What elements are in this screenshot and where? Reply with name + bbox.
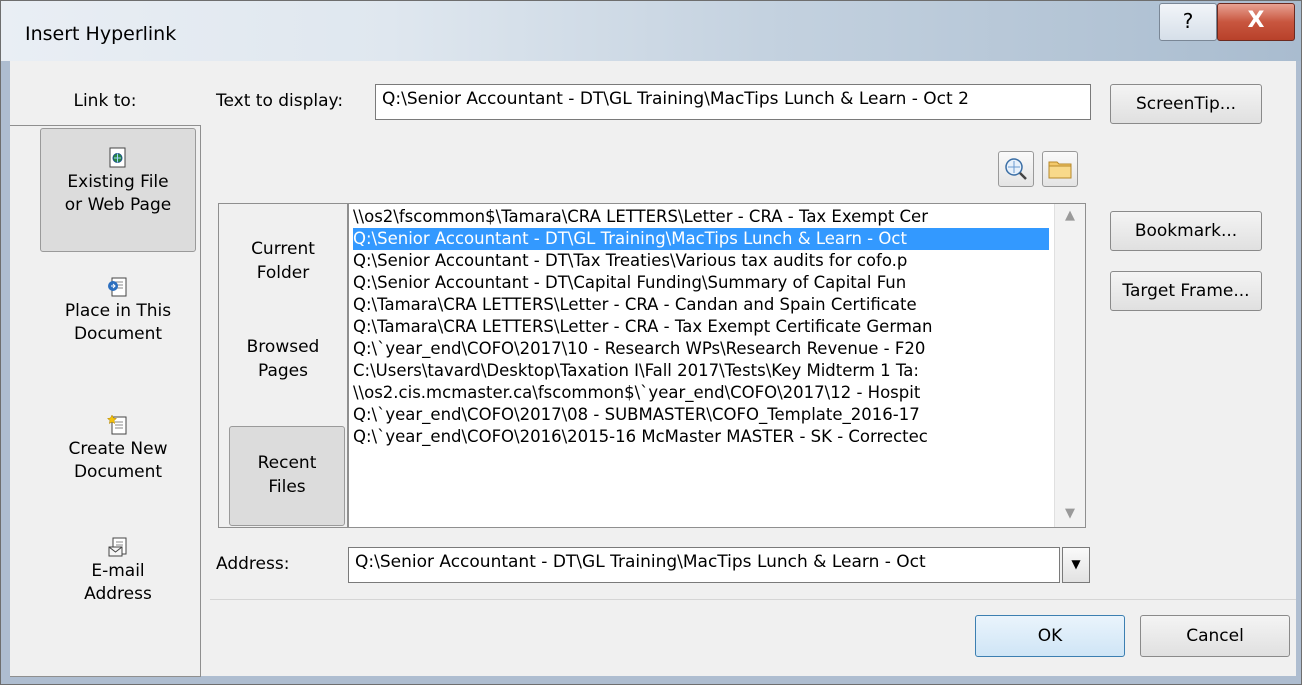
place-in-document-line1: Place in This bbox=[64, 301, 172, 321]
browsed-pages-button[interactable]: Browsed Pages bbox=[219, 335, 347, 383]
current-folder-button[interactable]: Current Folder bbox=[219, 237, 347, 285]
email-address-line1: E-mail bbox=[91, 561, 145, 581]
recent-files-line1: Recent bbox=[257, 453, 317, 473]
address-dropdown-button[interactable]: ▼ bbox=[1062, 547, 1090, 583]
place-in-document-line2: Document bbox=[73, 324, 163, 344]
bookmark-button[interactable]: Bookmark... bbox=[1110, 211, 1262, 251]
recent-files-button[interactable]: Recent Files bbox=[229, 426, 345, 526]
close-button[interactable]: X bbox=[1217, 3, 1295, 41]
list-item[interactable]: Q:\`year_end\COFO\2016\2015-16 McMaster … bbox=[353, 426, 1049, 448]
current-folder-line2: Folder bbox=[256, 263, 310, 283]
list-item[interactable]: Q:\Senior Accountant - DT\Capital Fundin… bbox=[353, 272, 1049, 294]
place-in-document-icon bbox=[108, 277, 127, 297]
ok-button[interactable]: OK bbox=[975, 615, 1125, 657]
insert-hyperlink-dialog: Insert Hyperlink ? X Link to: Existing F… bbox=[0, 0, 1302, 685]
browse-web-icon bbox=[1005, 158, 1027, 180]
create-new-document-line2: Document bbox=[73, 462, 163, 482]
screentip-button[interactable]: ScreenTip... bbox=[1110, 84, 1262, 124]
separator bbox=[210, 599, 1296, 600]
list-item-selected[interactable]: Q:\Senior Accountant - DT\GL Training\Ma… bbox=[353, 228, 1049, 250]
existing-file-line2: or Web Page bbox=[64, 195, 172, 215]
create-new-document-line1: Create New bbox=[68, 439, 168, 459]
target-frame-button[interactable]: Target Frame... bbox=[1110, 271, 1262, 311]
address-input[interactable]: Q:\Senior Accountant - DT\GL Training\Ma… bbox=[348, 547, 1060, 583]
list-item[interactable]: \\os2.cis.mcmaster.ca\fscommon$\`year_en… bbox=[353, 382, 1049, 404]
browse-file-button[interactable] bbox=[1042, 151, 1078, 187]
address-label: Address: bbox=[216, 554, 290, 574]
help-icon: ? bbox=[1182, 9, 1194, 33]
dialog-title: Insert Hyperlink bbox=[25, 23, 177, 45]
email-address-line2: Address bbox=[84, 584, 152, 604]
text-to-display-label: Text to display: bbox=[216, 91, 344, 111]
scroll-up-icon[interactable]: ▲ bbox=[1055, 208, 1085, 223]
create-new-document-icon bbox=[107, 414, 127, 435]
link-to-label: Link to: bbox=[73, 91, 137, 111]
dialog-body: Link to: Existing File or Web Page Place… bbox=[10, 61, 1296, 677]
list-item[interactable]: Q:\Tamara\CRA LETTERS\Letter - CRA - Can… bbox=[353, 294, 1049, 316]
text-to-display-input[interactable]: Q:\Senior Accountant - DT\GL Training\Ma… bbox=[375, 84, 1091, 120]
look-in-panel: Current Folder Browsed Pages Recent File… bbox=[218, 203, 348, 528]
chevron-down-icon: ▼ bbox=[1071, 557, 1081, 571]
list-item[interactable]: C:\Users\tavard\Desktop\Taxation I\Fall … bbox=[353, 360, 1049, 382]
help-button[interactable]: ? bbox=[1159, 3, 1217, 41]
scroll-down-icon[interactable]: ▼ bbox=[1055, 506, 1085, 521]
list-item[interactable]: \\os2\fscommon$\Tamara\CRA LETTERS\Lette… bbox=[353, 206, 1049, 228]
browsed-pages-line1: Browsed bbox=[246, 337, 320, 357]
current-folder-line1: Current bbox=[251, 239, 315, 259]
email-address-icon bbox=[108, 537, 127, 557]
browsed-pages-line2: Pages bbox=[257, 361, 308, 381]
list-item[interactable]: Q:\`year_end\COFO\2017\10 - Research WPs… bbox=[353, 338, 1049, 360]
link-to-existing-file[interactable]: Existing File or Web Page bbox=[40, 128, 196, 252]
link-to-email-address[interactable]: E-mail Address bbox=[40, 536, 196, 606]
existing-file-icon bbox=[109, 147, 126, 168]
close-icon: X bbox=[1247, 8, 1265, 33]
list-item[interactable]: Q:\`year_end\COFO\2017\08 - SUBMASTER\CO… bbox=[353, 404, 1049, 426]
list-item[interactable]: Q:\Tamara\CRA LETTERS\Letter - CRA - Tax… bbox=[353, 316, 1049, 338]
browse-web-button[interactable] bbox=[998, 151, 1034, 187]
recent-files-line2: Files bbox=[268, 477, 306, 497]
title-bar: Insert Hyperlink ? X bbox=[1, 1, 1301, 61]
cancel-button[interactable]: Cancel bbox=[1140, 615, 1290, 657]
existing-file-line1: Existing File bbox=[67, 172, 169, 192]
folder-icon bbox=[1048, 161, 1072, 179]
link-to-place-in-document[interactable]: Place in This Document bbox=[40, 276, 196, 346]
list-item[interactable]: Q:\Senior Accountant - DT\Tax Treaties\V… bbox=[353, 250, 1049, 272]
file-list-scrollbar[interactable]: ▲ ▼ bbox=[1054, 204, 1085, 527]
file-list[interactable]: \\os2\fscommon$\Tamara\CRA LETTERS\Lette… bbox=[348, 203, 1086, 528]
link-to-panel: Existing File or Web Page Place in This … bbox=[10, 125, 201, 677]
link-to-create-new-document[interactable]: Create New Document bbox=[40, 414, 196, 484]
